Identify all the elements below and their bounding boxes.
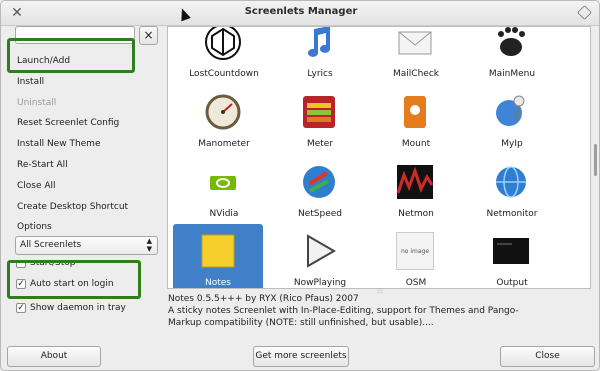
- no-image-text: no image: [400, 248, 430, 255]
- screenlet-label: Mount: [401, 139, 431, 149]
- select-arrows-icon: ▲ ▼: [146, 237, 152, 253]
- screenlet-notes[interactable]: Notes: [173, 224, 263, 288]
- play-icon: [307, 234, 337, 268]
- sticky-note-icon: [201, 234, 235, 268]
- screenlet-lostcountdown[interactable]: LostCountdown: [176, 27, 272, 85]
- envelope-icon: [398, 31, 432, 55]
- screenlet-label: Meter: [306, 139, 334, 149]
- menu-reset-config[interactable]: Reset Screenlet Config: [17, 113, 157, 134]
- highlight-launch-add: [7, 38, 135, 73]
- music-note-icon: [308, 27, 330, 57]
- screenlet-mailcheck[interactable]: MailCheck: [368, 27, 464, 85]
- menu-restart-all[interactable]: Re-Start All: [17, 155, 157, 176]
- screenlet-nvidia[interactable]: NVidia: [176, 155, 272, 225]
- screenlet-label: NVidia: [209, 209, 239, 219]
- clear-search-button[interactable]: ×: [139, 26, 158, 45]
- drive-icon: [404, 96, 426, 128]
- daemon-tray-box[interactable]: ✓: [16, 303, 26, 313]
- menu-desktop-shortcut[interactable]: Create Desktop Shortcut: [17, 197, 157, 218]
- screenlet-label: MainMenu: [488, 69, 536, 79]
- close-button[interactable]: Close: [500, 346, 595, 367]
- screenlet-label: Notes: [205, 278, 231, 288]
- menu-close-all[interactable]: Close All: [17, 176, 157, 197]
- lost-icon: [205, 27, 241, 60]
- grid-scrollbar[interactable]: [592, 26, 599, 289]
- screenlet-label: NowPlaying: [293, 278, 347, 288]
- action-menu: Launch/Add Install Uninstall Reset Scree…: [17, 51, 157, 238]
- screenlets-manager-window: ✕ Screenlets Manager × Launch/Add Instal…: [0, 0, 600, 371]
- screenlet-label: Output: [496, 278, 528, 288]
- globe-arrows-icon: [303, 166, 335, 198]
- screenlet-lyrics[interactable]: Lyrics: [272, 27, 368, 85]
- globe-pin-icon: [496, 95, 525, 126]
- screenlet-myip[interactable]: MyIp: [464, 85, 560, 155]
- screenlet-label: LostCountdown: [189, 69, 259, 79]
- screenlet-mount[interactable]: Mount: [368, 85, 464, 155]
- screenlet-description: Notes 0.5.5+++ by RYX (Rico Pfaus) 2007 …: [168, 293, 593, 329]
- screenlet-label: MailCheck: [393, 69, 439, 79]
- menu-uninstall: Uninstall: [17, 97, 57, 108]
- netmon-graph-icon: [396, 165, 434, 199]
- title-bar: ✕ Screenlets Manager: [1, 1, 599, 26]
- screenlet-netspeed[interactable]: NetSpeed: [272, 155, 368, 225]
- screenlet-nowplaying[interactable]: NowPlaying: [272, 224, 368, 288]
- description-line: Markup compatibility (NOTE: still unfini…: [168, 318, 434, 328]
- no-image-icon: no image: [396, 232, 434, 270]
- screenlet-label: NetSpeed: [297, 209, 342, 219]
- screenlet-manometer[interactable]: Manometer: [176, 85, 272, 155]
- screenlet-label: Lyrics: [307, 69, 333, 79]
- screenlet-netmonitor[interactable]: Netmonitor: [464, 155, 560, 225]
- screenlet-meter[interactable]: Meter: [272, 85, 368, 155]
- screenlet-label: MyIp: [501, 139, 523, 149]
- filter-select-value: All Screenlets: [20, 240, 82, 250]
- nvidia-icon: [210, 176, 236, 190]
- gauge-icon: [205, 94, 241, 130]
- menu-install[interactable]: Install: [17, 72, 157, 93]
- screenlet-output[interactable]: Output: [464, 224, 560, 288]
- globe-icon: [496, 166, 526, 198]
- gnome-foot-icon: [498, 27, 525, 56]
- screenlets-grid: LostCountdown Lyrics MailCheck MainMenu: [167, 26, 591, 289]
- screenlet-label: Netmonitor: [486, 209, 538, 219]
- screenlet-label: Netmon: [398, 209, 434, 219]
- about-button[interactable]: About: [7, 346, 101, 367]
- description-line: A sticky notes Screenlet with In-Place-E…: [168, 306, 519, 316]
- screenlet-netmon[interactable]: Netmon: [368, 155, 464, 225]
- terminal-icon: [493, 238, 529, 264]
- screenlet-mainmenu[interactable]: MainMenu: [464, 27, 560, 85]
- daemon-tray-label: Show daemon in tray: [30, 303, 126, 313]
- filter-select[interactable]: All Screenlets ▲ ▼: [15, 236, 158, 255]
- window-title: Screenlets Manager: [244, 6, 358, 17]
- screenlet-label: OSM: [405, 278, 427, 288]
- scrollbar-thumb[interactable]: [594, 144, 597, 176]
- screenlet-osm[interactable]: no image OSM: [368, 224, 464, 288]
- screenlet-label: Manometer: [198, 139, 250, 149]
- daemon-tray-checkbox[interactable]: ✓ Show daemon in tray: [16, 301, 126, 315]
- description-line: Notes 0.5.5+++ by RYX (Rico Pfaus) 2007: [168, 294, 359, 304]
- get-more-screenlets-button[interactable]: Get more screenlets: [253, 346, 349, 367]
- meter-icon: [303, 96, 335, 128]
- highlight-autostart: [7, 260, 141, 299]
- menu-install-theme[interactable]: Install New Theme: [17, 134, 157, 155]
